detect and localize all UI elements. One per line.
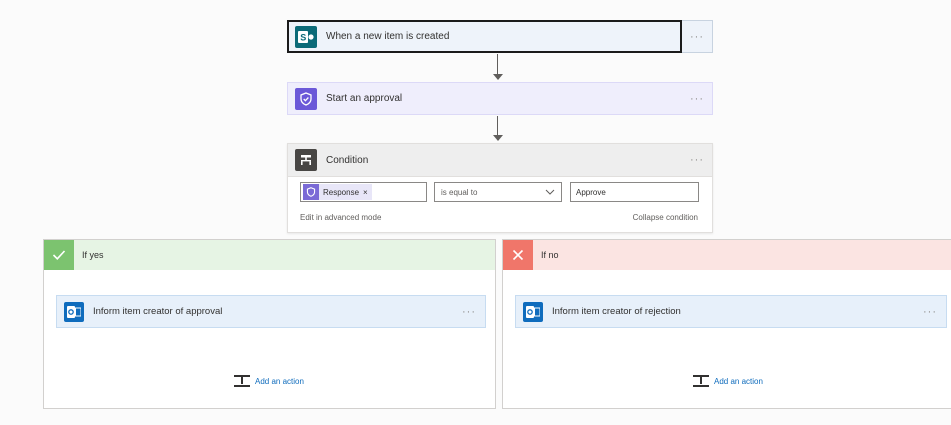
- response-dynamic-token[interactable]: Response ×: [303, 184, 372, 200]
- sharepoint-icon: S: [295, 25, 317, 48]
- if-no-branch: If no Inform item creator of rejection ·…: [502, 239, 951, 409]
- operator-value: is equal to: [441, 187, 478, 197]
- connector-line: [497, 54, 498, 75]
- token-label: Response: [323, 187, 360, 197]
- edit-advanced-mode-link[interactable]: Edit in advanced mode: [300, 213, 381, 222]
- condition-more-options-button[interactable]: ···: [685, 150, 709, 170]
- chevron-down-icon: [545, 189, 555, 195]
- approval-email-action-title: Inform item creator of approval: [93, 306, 223, 317]
- no-add-action-button[interactable]: Add an action: [693, 375, 763, 387]
- approval-step-header[interactable]: Start an approval: [288, 83, 712, 114]
- approval-icon: [303, 184, 319, 200]
- svg-text:S: S: [300, 32, 306, 42]
- connector-arrow-icon: [493, 135, 503, 141]
- condition-step-title: Condition: [326, 154, 369, 166]
- condition-left-operand-field[interactable]: Response ×: [300, 182, 427, 202]
- no-add-action-label: Add an action: [714, 376, 763, 386]
- yes-add-action-button[interactable]: Add an action: [234, 375, 304, 387]
- right-operand-value: Approve: [576, 187, 606, 197]
- condition-icon: [295, 149, 317, 171]
- if-no-title: If no: [541, 250, 559, 260]
- condition-right-operand-field[interactable]: Approve: [570, 182, 699, 202]
- yes-add-action-label: Add an action: [255, 376, 304, 386]
- token-remove-button[interactable]: ×: [363, 188, 368, 197]
- check-icon: [44, 240, 74, 270]
- approval-icon: [295, 87, 317, 110]
- condition-step-header[interactable]: Condition: [288, 144, 712, 177]
- close-icon: [503, 240, 533, 270]
- approval-email-action-card[interactable]: Inform item creator of approval ···: [56, 295, 486, 328]
- approval-step-title: Start an approval: [326, 93, 403, 104]
- trigger-step-header[interactable]: S When a new item is created: [288, 21, 712, 52]
- condition-operator-dropdown[interactable]: is equal to: [434, 182, 562, 202]
- outlook-icon: [64, 301, 84, 322]
- if-yes-branch-header[interactable]: If yes: [44, 240, 495, 270]
- if-yes-title: If yes: [82, 250, 104, 260]
- if-yes-branch: If yes Inform item creator of approval ·…: [43, 239, 496, 409]
- no-action-more-options-button[interactable]: ···: [918, 302, 942, 322]
- connector-line: [497, 116, 498, 136]
- outlook-icon: [523, 301, 543, 322]
- trigger-more-options-button[interactable]: ···: [685, 27, 709, 47]
- rejection-email-action-title: Inform item creator of rejection: [552, 306, 681, 317]
- approval-step-card[interactable]: Start an approval ···: [287, 82, 713, 115]
- rejection-email-action-card[interactable]: Inform item creator of rejection ···: [515, 295, 947, 328]
- approval-more-options-button[interactable]: ···: [685, 89, 709, 109]
- add-action-icon: [234, 375, 250, 387]
- add-action-icon: [693, 375, 709, 387]
- trigger-step-title: When a new item is created: [326, 31, 450, 42]
- if-no-branch-header[interactable]: If no: [503, 240, 951, 270]
- condition-step-card[interactable]: Condition ··· Response × is equal to App…: [287, 143, 713, 233]
- collapse-condition-link[interactable]: Collapse condition: [633, 213, 698, 222]
- trigger-step-card[interactable]: S When a new item is created ···: [287, 20, 713, 53]
- connector-arrow-icon: [493, 74, 503, 80]
- yes-action-more-options-button[interactable]: ···: [457, 302, 481, 322]
